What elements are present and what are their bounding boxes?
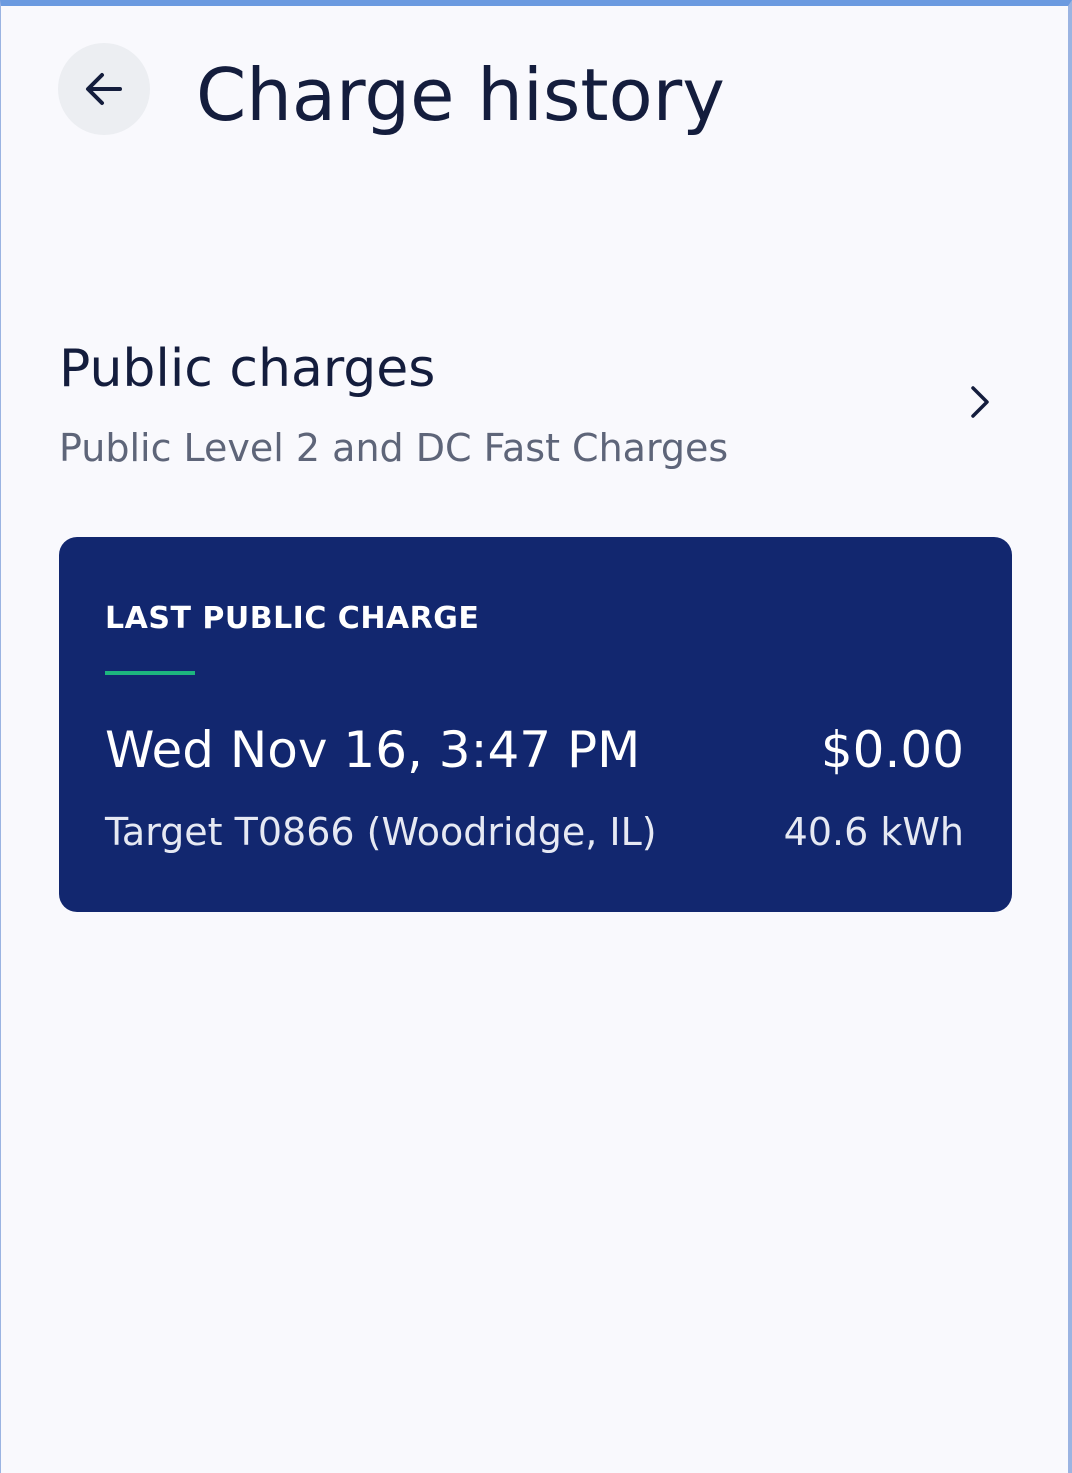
page-title: Charge history [196,53,725,137]
card-label: LAST PUBLIC CHARGE [105,601,480,636]
public-charges-title: Public charges [59,339,436,399]
chevron-right-icon [971,386,989,418]
arrow-left-icon [86,73,122,105]
public-charges-row[interactable]: Public charges Public Level 2 and DC Fas… [59,328,1014,488]
charge-date: Wed Nov 16, 3:47 PM [105,721,641,779]
back-button[interactable] [58,43,150,135]
charge-amount: $0.00 [820,721,964,779]
card-accent-divider [105,671,195,675]
public-charges-subtitle: Public Level 2 and DC Fast Charges [59,426,729,470]
last-public-charge-card[interactable]: LAST PUBLIC CHARGE Wed Nov 16, 3:47 PM $… [59,537,1012,912]
charge-location: Target T0866 (Woodridge, IL) [105,810,657,854]
charge-energy: 40.6 kWh [783,810,964,854]
